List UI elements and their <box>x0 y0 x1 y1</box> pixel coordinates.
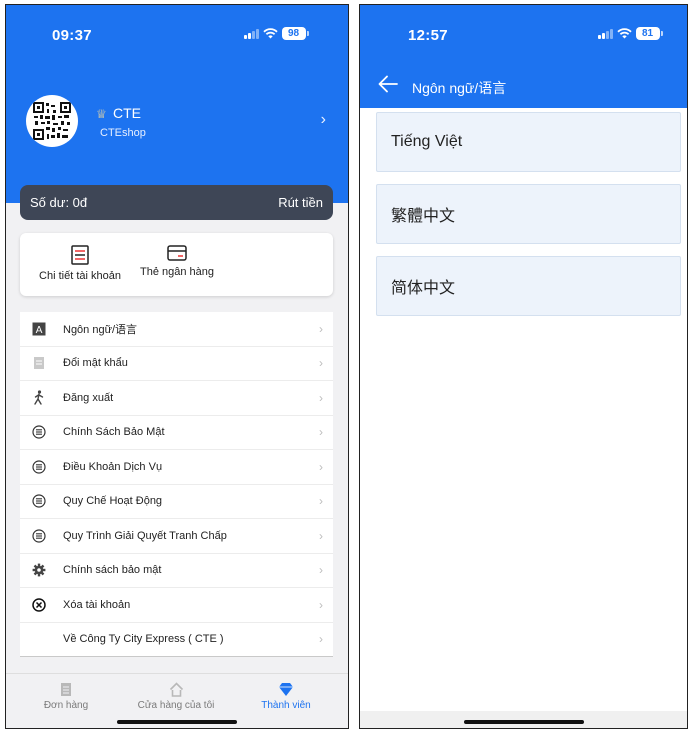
status-time: 12:57 <box>408 27 448 44</box>
status-bar: 12:57 81 <box>360 5 687 65</box>
menu-item-label: Chính sách bảo mật <box>63 564 162 577</box>
language-list: Tiếng Việt 繁體中文 简体中文 <box>376 112 681 328</box>
status-bar: 09:37 98 <box>6 5 348 65</box>
home-indicator <box>117 720 237 724</box>
orders-icon <box>61 683 71 696</box>
chevron-right-icon: › <box>319 425 323 440</box>
list-circle-icon <box>32 425 46 439</box>
profile-shop-name: CTEshop <box>100 127 146 139</box>
profile-card[interactable]: ♕ CTE CTEshop › <box>26 95 326 151</box>
account-detail-label: Chi tiết tài khoản <box>39 270 121 282</box>
chevron-right-icon: › <box>319 528 323 543</box>
gear-icon <box>32 563 46 577</box>
chevron-right-icon: › <box>319 494 323 509</box>
page-title: Ngôn ngữ/语言 <box>412 80 507 96</box>
menu-item-label: Đăng xuất <box>63 391 114 404</box>
menu-item-about-company[interactable]: Về Công Ty City Express ( CTE ) › <box>20 623 333 657</box>
chevron-right-icon: › <box>319 563 323 578</box>
back-button[interactable] <box>378 75 398 93</box>
list-circle-icon <box>32 460 46 474</box>
menu-item-delete-account[interactable]: Xóa tài khoản › <box>20 588 333 623</box>
language-option-traditional-chinese[interactable]: 繁體中文 <box>376 184 681 244</box>
status-time: 09:37 <box>52 27 92 44</box>
language-option-simplified-chinese[interactable]: 简体中文 <box>376 256 681 316</box>
qr-avatar-icon <box>32 101 72 141</box>
arrow-left-icon <box>378 75 398 93</box>
wifi-icon <box>616 28 632 39</box>
bottom-bar <box>360 711 687 728</box>
chevron-right-icon: › <box>319 632 323 647</box>
language-option-vietnamese[interactable]: Tiếng Việt <box>376 112 681 172</box>
menu-item-label: Điều Khoản Dịch Vụ <box>63 460 163 473</box>
bank-card-button[interactable]: Thẻ ngân hàng <box>132 245 222 278</box>
menu-item-label: Ngôn ngữ/语言 <box>63 323 138 336</box>
home-indicator <box>463 720 584 724</box>
bank-card-icon <box>167 245 187 261</box>
menu-item-label: Đổi mật khẩu <box>63 357 128 370</box>
signal-icon <box>244 28 259 39</box>
menu-item-label: Quy Chế Hoạt Động <box>63 495 163 508</box>
chevron-right-icon: › <box>319 390 323 405</box>
avatar <box>26 95 78 147</box>
chevron-right-icon: › <box>319 321 323 336</box>
status-icons: 81 <box>598 27 663 40</box>
tab-label: Thành viên <box>261 700 311 711</box>
chevron-right-icon: › <box>319 597 323 612</box>
battery-icon: 98 <box>281 27 309 40</box>
withdraw-button[interactable]: Rút tiền <box>278 195 323 210</box>
svg-text:A: A <box>36 325 43 336</box>
crown-icon: ♕ <box>96 107 107 121</box>
profile-name: CTE <box>113 105 141 121</box>
menu-item-dispute-resolution[interactable]: Quy Trình Giải Quyết Tranh Chấp › <box>20 519 333 554</box>
home-icon <box>169 682 183 697</box>
member-screen: 09:37 98 ♕ CTE CTEshop › Số dư: 0đ Rút t… <box>5 4 349 729</box>
screenshot-stage: 09:37 98 ♕ CTE CTEshop › Số dư: 0đ Rút t… <box>0 0 691 733</box>
quick-actions-card: Chi tiết tài khoản Thẻ ngân hàng <box>20 233 333 296</box>
bank-card-label: Thẻ ngân hàng <box>139 266 214 278</box>
chevron-right-icon: › <box>319 459 323 474</box>
menu-item-label: Quy Trình Giải Quyết Tranh Chấp <box>63 529 227 542</box>
bottom-tab-bar: Đơn hàng Cửa hàng của tôi Thành viên <box>6 673 348 728</box>
list-circle-icon <box>32 494 46 508</box>
balance-bar: Số dư: 0đ Rút tiền <box>20 185 333 220</box>
menu-item-label: Về Công Ty City Express ( CTE ) <box>63 633 224 646</box>
wifi-icon <box>262 28 278 39</box>
language-screen: 12:57 81 Ngôn ngữ/语言 Tiếng Việt 繁體中文 简体中… <box>359 4 688 729</box>
walking-person-icon <box>32 390 46 405</box>
menu-item-operating-rules[interactable]: Quy Chế Hoạt Động › <box>20 485 333 519</box>
battery-icon: 81 <box>635 27 663 40</box>
menu-item-label: Xóa tài khoản <box>63 598 131 611</box>
tab-my-store[interactable]: Cửa hàng của tôi <box>126 682 226 711</box>
account-detail-icon <box>71 245 89 265</box>
chevron-right-icon: › <box>320 111 326 128</box>
balance-label: Số dư: 0đ <box>30 195 88 210</box>
language-icon: A <box>32 322 46 336</box>
close-circle-icon <box>32 598 46 612</box>
menu-item-security-policy[interactable]: Chính sách bảo mật › <box>20 554 333 588</box>
tab-label: Đơn hàng <box>43 700 89 711</box>
status-icons: 98 <box>244 27 309 40</box>
tab-orders[interactable]: Đơn hàng <box>26 682 106 711</box>
tab-member[interactable]: Thành viên <box>246 682 326 711</box>
signal-icon <box>598 28 613 39</box>
menu-item-privacy-policy[interactable]: Chính Sách Bảo Mật › <box>20 416 333 450</box>
password-icon <box>32 356 46 370</box>
settings-menu: A Ngôn ngữ/语言 › Đổi mật khẩu › Đăng xuất… <box>20 312 333 657</box>
menu-item-terms-of-service[interactable]: Điều Khoản Dịch Vụ › <box>20 450 333 485</box>
menu-item-change-password[interactable]: Đổi mật khẩu › <box>20 347 333 381</box>
menu-item-logout[interactable]: Đăng xuất › <box>20 381 333 416</box>
menu-item-language[interactable]: A Ngôn ngữ/语言 › <box>20 312 333 347</box>
list-circle-icon <box>32 529 46 543</box>
account-detail-button[interactable]: Chi tiết tài khoản <box>25 245 135 282</box>
chevron-right-icon: › <box>319 356 323 371</box>
menu-item-label: Chính Sách Bảo Mật <box>63 426 165 439</box>
tab-label: Cửa hàng của tôi <box>137 700 215 711</box>
diamond-icon <box>279 683 293 696</box>
